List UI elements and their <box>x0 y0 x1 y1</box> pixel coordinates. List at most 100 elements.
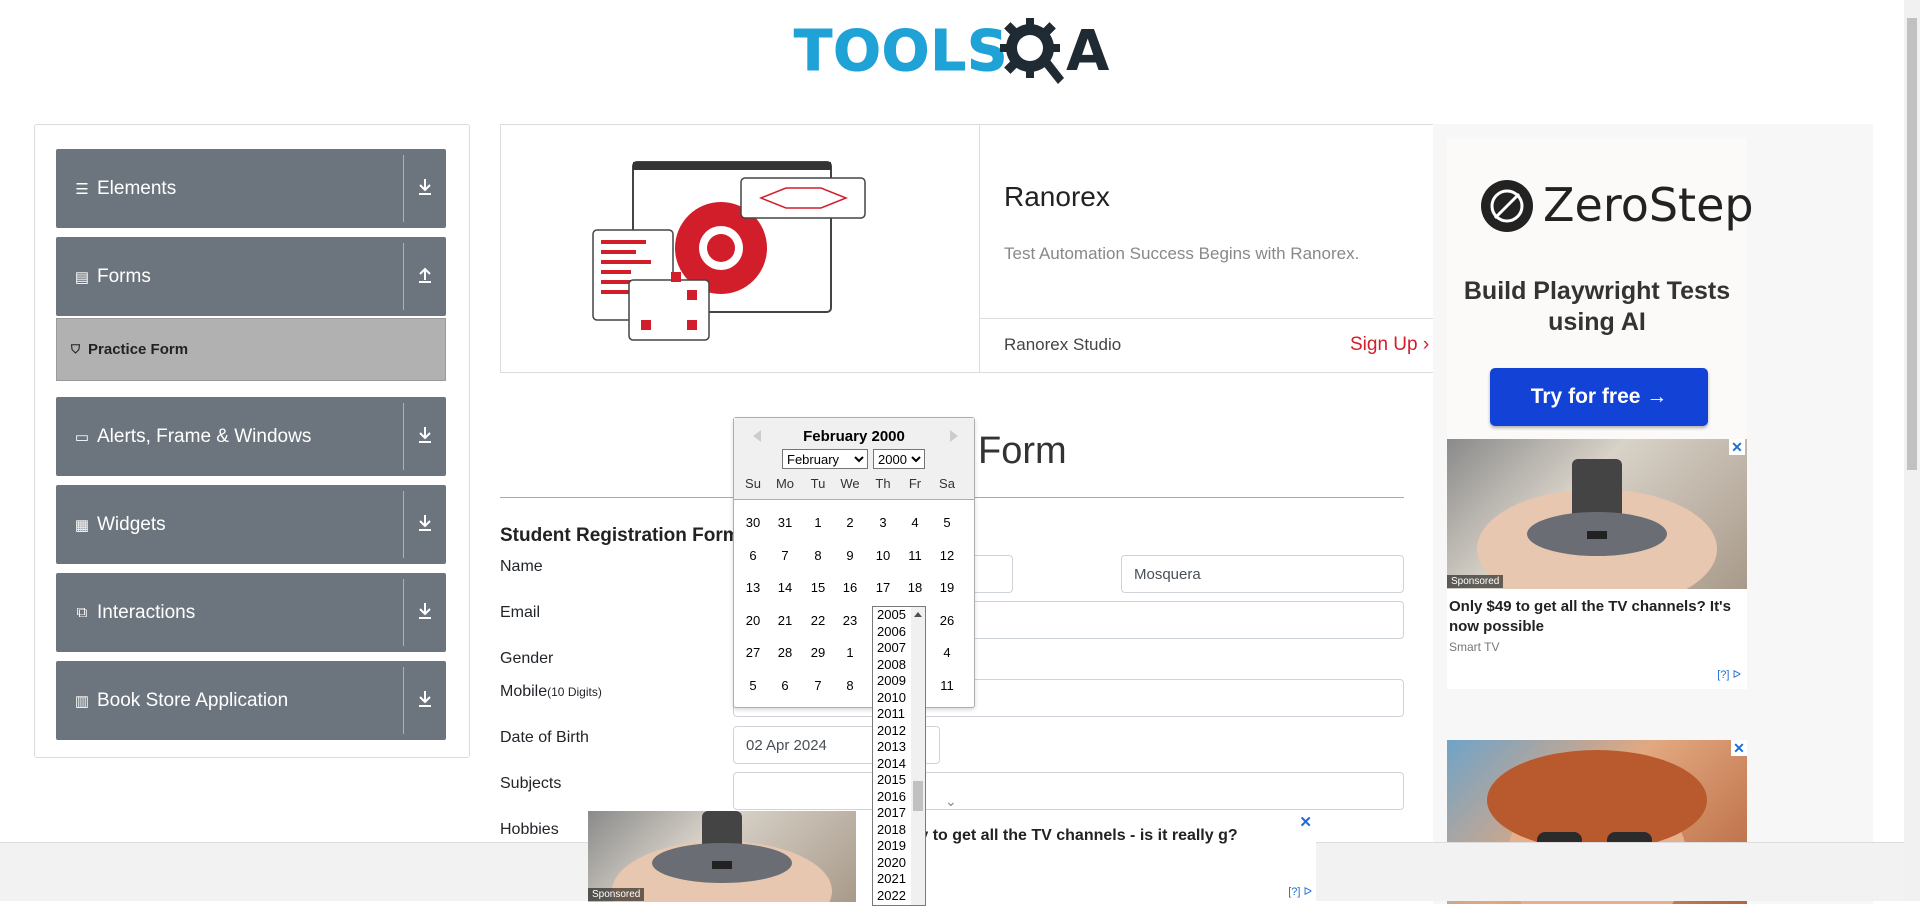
calendar-day[interactable]: 14 <box>769 580 801 595</box>
year-option[interactable]: 2017 <box>877 806 906 820</box>
calendar-day[interactable]: 8 <box>834 678 866 693</box>
calendar-day[interactable]: 20 <box>737 613 769 628</box>
sign-up-link[interactable]: Sign Up › <box>1350 334 1429 356</box>
page-scrollbar[interactable] <box>1904 0 1920 901</box>
calendar-day[interactable]: 5 <box>737 678 769 693</box>
year-option[interactable]: 2008 <box>877 657 906 672</box>
scroll-up-icon[interactable] <box>914 612 922 617</box>
sidebar-group-interactions[interactable]: ⧉ Interactions <box>56 573 446 652</box>
calendar-day[interactable]: 12 <box>931 548 963 563</box>
calendar-day[interactable]: 6 <box>769 678 801 693</box>
year-option[interactable]: 2019 <box>877 839 906 853</box>
year-option[interactable]: 2006 <box>877 624 906 639</box>
calendar-day[interactable]: 23 <box>834 613 866 628</box>
month-select[interactable]: February <box>782 449 868 469</box>
sidebar-group-widgets[interactable]: ▦ Widgets <box>56 485 446 564</box>
calendar-day[interactable]: 17 <box>867 580 899 595</box>
close-icon[interactable]: ✕ <box>1729 439 1745 455</box>
close-icon[interactable]: ✕ <box>1731 740 1747 756</box>
scrollbar-thumb[interactable] <box>913 781 923 811</box>
calendar-day[interactable]: 1 <box>802 515 834 530</box>
email-label: Email <box>500 604 541 621</box>
subjects-input[interactable] <box>733 772 1404 810</box>
year-option[interactable]: 2014 <box>877 756 906 771</box>
calendar-day[interactable]: 4 <box>931 645 963 660</box>
ad-product: Ranorex Studio <box>1004 335 1122 354</box>
close-icon[interactable]: ✕ <box>1299 813 1312 831</box>
try-for-free-button[interactable]: Try for free → <box>1490 368 1708 426</box>
calendar-day[interactable]: 15 <box>802 580 834 595</box>
ad-headline[interactable]: Only $49 to get all the TV channels? It'… <box>1449 597 1745 637</box>
calendar-day[interactable]: 30 <box>737 515 769 530</box>
year-option[interactable]: 2020 <box>877 855 906 870</box>
calendar-day[interactable]: 21 <box>769 613 801 628</box>
sidebar-group-elements[interactable]: ☰ Elements <box>56 149 446 228</box>
sidebar-group-label: Forms <box>97 265 151 287</box>
right-ad-column: ZeroStep Build Playwright Tests using AI… <box>1433 124 1873 904</box>
ad-info[interactable]: [?] ᐅ <box>1288 885 1312 898</box>
calendar-day[interactable]: 22 <box>802 613 834 628</box>
current-month: February 2000 <box>803 428 905 445</box>
calendar-day[interactable]: 6 <box>737 548 769 563</box>
year-option[interactable]: 2010 <box>877 690 906 705</box>
calendar-day[interactable]: 4 <box>899 515 931 530</box>
year-option[interactable]: 2007 <box>877 641 906 655</box>
automation-illustration <box>592 161 866 341</box>
calendar-day[interactable]: 10 <box>867 548 899 563</box>
ad-title: Ranorex <box>1004 181 1110 212</box>
year-select[interactable]: 2000 <box>873 449 925 469</box>
calendar-day[interactable]: 11 <box>931 678 963 693</box>
next-month-button[interactable] <box>950 430 958 442</box>
last-name-input[interactable]: Mosquera <box>1121 555 1404 593</box>
calendar-day[interactable]: 28 <box>769 645 801 660</box>
ranorex-banner[interactable]: Ranorex Test Automation Success Begins w… <box>500 124 1434 373</box>
year-option[interactable]: 2016 <box>877 789 906 804</box>
tv-ad-card[interactable]: ✕ Sponsored Only $49 to get all the TV c… <box>1447 439 1747 689</box>
calendar-day[interactable]: 7 <box>769 548 801 563</box>
year-option[interactable]: 2015 <box>877 773 906 787</box>
year-option[interactable]: 2009 <box>877 674 906 688</box>
calendar-day[interactable]: 2 <box>834 515 866 530</box>
year-option[interactable]: 2005 <box>877 608 906 622</box>
year-dropdown-list[interactable]: 2005 2006 2007 2008 2009 2010 2011 2012 2013 2014… <box>872 606 926 906</box>
sidebar-group-book-store[interactable]: ▥ Book Store Application <box>56 661 446 740</box>
interactions-icon: ⧉ <box>76 604 88 621</box>
year-option[interactable]: 2022 <box>877 888 906 903</box>
calendar-day[interactable]: 11 <box>899 548 931 563</box>
calendar-day[interactable]: 29 <box>802 645 834 660</box>
year-option[interactable]: 2013 <box>877 740 906 754</box>
bottom-ad-bar: Sponsored way to get all the TV channels… <box>0 811 1904 902</box>
calendar-day[interactable]: 8 <box>802 548 834 563</box>
sidebar-group-alerts[interactable]: ▭ Alerts, Frame & Windows <box>56 397 446 476</box>
calendar-day[interactable]: 19 <box>931 580 963 595</box>
ad-headline[interactable]: way to get all the TV channels - is it r… <box>898 826 1298 846</box>
calendar-day[interactable]: 31 <box>769 515 801 530</box>
calendar-day[interactable]: 26 <box>931 613 963 628</box>
year-option[interactable]: 2018 <box>877 822 906 837</box>
calendar-day[interactable]: 16 <box>834 580 866 595</box>
ad-info-label: [?] <box>1717 669 1730 681</box>
mobile-label: Mobile(10 Digits) <box>500 683 602 701</box>
sidebar-group-forms[interactable]: ▤ Forms <box>56 237 446 316</box>
calendar-day[interactable]: 7 <box>802 678 834 693</box>
calendar-day[interactable]: 18 <box>899 580 931 595</box>
toolsqa-logo[interactable]: TOOLS A <box>790 14 1120 90</box>
date-picker: February 2000 February 2000 Su Mo Tu We Th Fr… <box>733 417 975 708</box>
download-icon <box>419 691 431 707</box>
year-option[interactable]: 2011 <box>877 707 905 721</box>
calendar-day[interactable]: 1 <box>834 645 866 660</box>
divider <box>403 155 404 222</box>
year-option[interactable]: 2021 <box>877 872 906 886</box>
sidebar-item-practice-form[interactable]: ⛉ Practice Form <box>56 318 446 381</box>
logo-text-tail: A <box>1066 19 1110 84</box>
scrollbar-thumb[interactable] <box>1907 18 1917 470</box>
ad-info[interactable]: [?] ᐅ <box>1717 668 1741 681</box>
calendar-day[interactable]: 9 <box>834 548 866 563</box>
bottom-ad[interactable]: Sponsored way to get all the TV channels… <box>588 811 1316 902</box>
calendar-day[interactable]: 3 <box>867 515 899 530</box>
calendar-day[interactable]: 27 <box>737 645 769 660</box>
calendar-day[interactable]: 13 <box>737 580 769 595</box>
list-scrollbar[interactable] <box>911 607 925 905</box>
year-option[interactable]: 2012 <box>877 723 906 738</box>
calendar-day[interactable]: 5 <box>931 515 963 530</box>
